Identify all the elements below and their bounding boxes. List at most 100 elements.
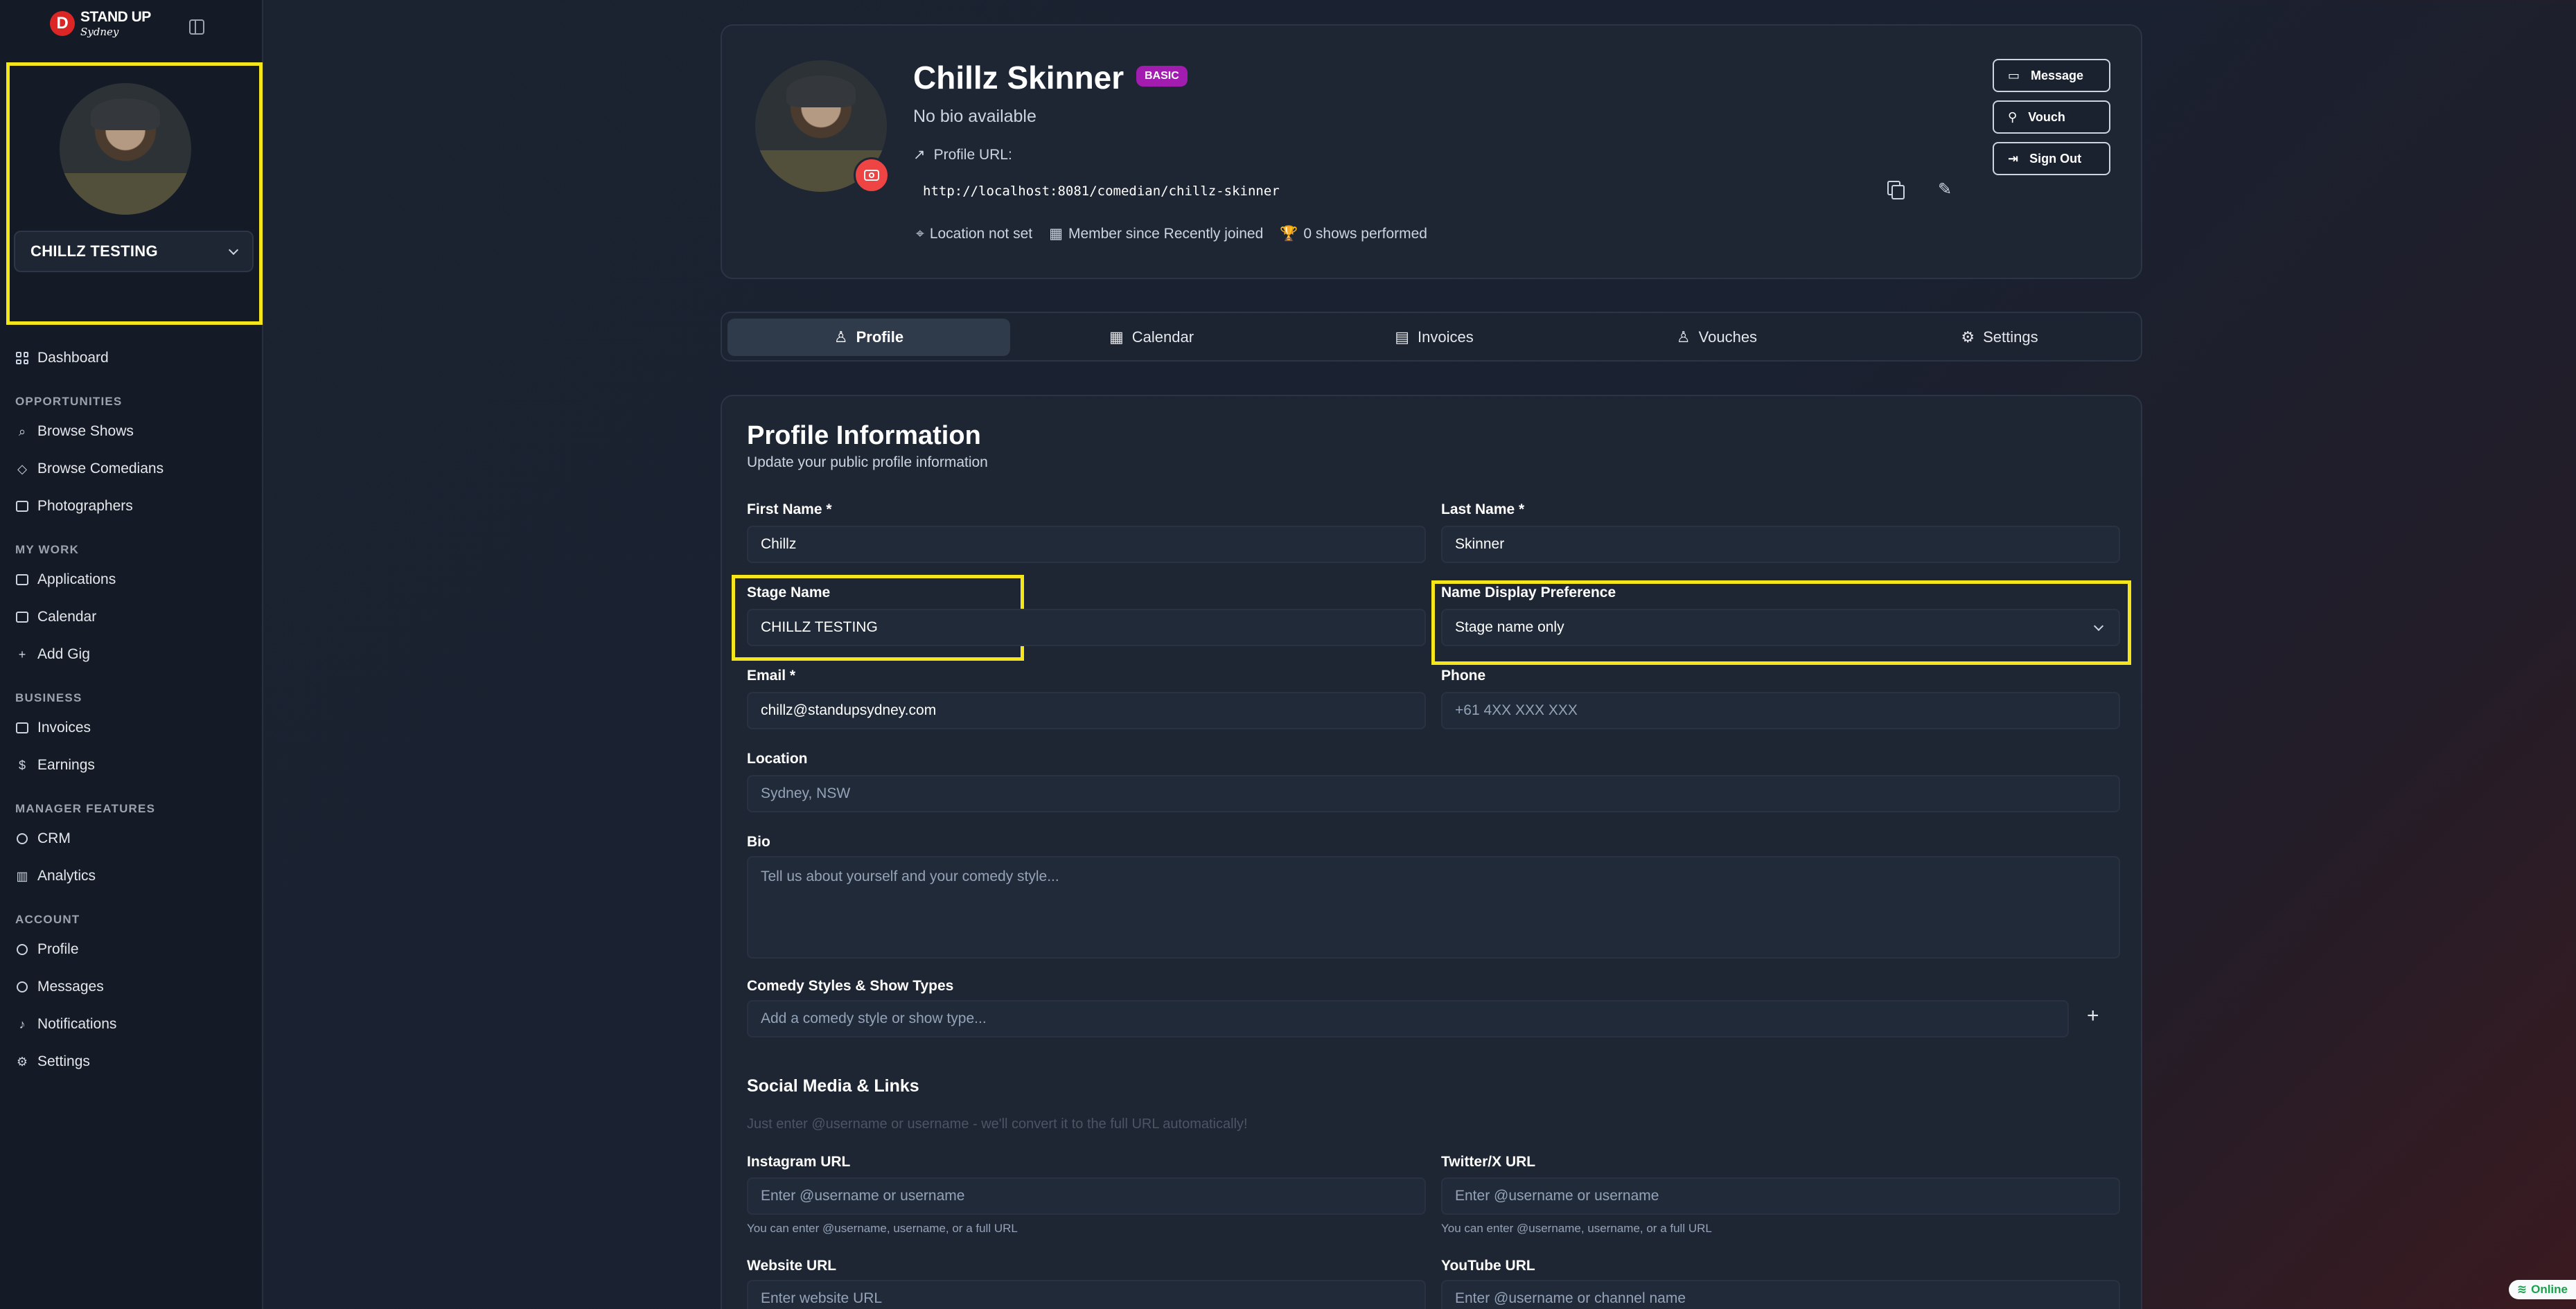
profile-bio: No bio available — [913, 107, 1036, 126]
last-name-field[interactable]: Skinner — [1441, 526, 2120, 563]
social-hint: Just enter @username or username - we'll… — [747, 1116, 1248, 1132]
stage-name-field[interactable]: CHILLZ TESTING — [747, 609, 1426, 646]
nav-section-title: MANAGER FEATURES — [15, 802, 156, 815]
sidebar-item-label: Browse Shows — [37, 423, 134, 439]
location-field[interactable]: Sydney, NSW — [747, 775, 2120, 812]
sidebar-item-invoices[interactable]: Invoices — [0, 709, 263, 747]
dashboard-icon — [15, 351, 29, 365]
bio-label: Bio — [747, 834, 770, 850]
shows-text: 0 shows performed — [1303, 225, 1427, 242]
first-name-field[interactable]: Chillz — [747, 526, 1426, 563]
phone-label: Phone — [1441, 668, 1486, 684]
online-label: Online — [2531, 1283, 2568, 1296]
dollar-icon: $ — [18, 758, 26, 772]
sign-out-button[interactable]: ⇥ Sign Out — [1993, 142, 2110, 175]
change-photo-button[interactable] — [854, 157, 890, 193]
chevron-down-icon — [2093, 621, 2104, 631]
email-field[interactable]: chillz@standupsydney.com — [747, 692, 1426, 729]
camera-icon — [864, 170, 879, 181]
member-since-text: Member since Recently joined — [1068, 225, 1264, 242]
user-switcher-label: CHILLZ TESTING — [30, 242, 158, 260]
file-icon — [15, 573, 29, 587]
tab-settings[interactable]: ⚙ Settings — [1858, 319, 2141, 356]
sidebar-item-calendar[interactable]: Calendar — [0, 598, 263, 636]
sidebar-item-profile[interactable]: Profile — [0, 931, 263, 968]
calendar-icon: ▦ — [1049, 226, 1063, 242]
nav-section-title: ACCOUNT — [15, 913, 80, 926]
sidebar-item-label: Calendar — [37, 609, 97, 625]
sidebar-item-label: Photographers — [37, 498, 133, 514]
add-style-button[interactable]: + — [2087, 1004, 2099, 1028]
youtube-field[interactable]: Enter @username or channel name — [1441, 1280, 2120, 1309]
phone-field[interactable]: +61 4XX XXX XXX — [1441, 692, 2120, 729]
user-switcher[interactable]: CHILLZ TESTING — [14, 231, 254, 272]
sidebar-item-label: Earnings — [37, 757, 95, 773]
gear-icon: ⚙ — [16, 1054, 28, 1069]
pencil-icon[interactable]: ✎ — [1938, 181, 1956, 199]
bio-textarea[interactable]: Tell us about yourself and your comedy s… — [747, 856, 2120, 959]
sidebar-item-notifications[interactable]: ♪ Notifications — [0, 1006, 263, 1043]
sidebar-item-label: Applications — [37, 571, 116, 587]
sidebar-item-label: Invoices — [37, 720, 91, 736]
website-field[interactable]: Enter website URL — [747, 1280, 1426, 1309]
tab-invoices[interactable]: ▤ Invoices — [1293, 319, 1576, 356]
user-icon — [15, 943, 29, 956]
trophy-icon: 🏆 — [1280, 225, 1298, 242]
sidebar-item-label: Add Gig — [37, 646, 90, 662]
social-section-title: Social Media & Links — [747, 1076, 919, 1096]
website-label: Website URL — [747, 1258, 837, 1274]
twitter-field[interactable]: Enter @username or username — [1441, 1177, 2120, 1215]
profile-tabs: ♙ Profile ▦ Calendar ▤ Invoices ♙ Vouches ⚙ S… — [721, 312, 2142, 362]
message-button[interactable]: ▭ Message — [1993, 59, 2110, 92]
sidebar-item-applications[interactable]: Applications — [0, 561, 263, 598]
tab-vouches[interactable]: ♙ Vouches — [1576, 319, 1858, 356]
vouch-button[interactable]: ⚲ Vouch — [1993, 100, 2110, 134]
sidebar-item-crm[interactable]: CRM — [0, 820, 263, 857]
profile-url[interactable]: http://localhost:8081/comedian/chillz-sk… — [923, 184, 1280, 199]
plan-badge: BASIC — [1136, 66, 1188, 87]
profile-name: Chillz Skinner — [913, 60, 1124, 96]
receipt-icon: ▤ — [1395, 328, 1410, 346]
sidebar-item-earnings[interactable]: $ Earnings — [0, 747, 263, 784]
sidebar-item-dashboard[interactable]: Dashboard — [0, 339, 263, 377]
comedy-styles-input[interactable]: Add a comedy style or show type... — [747, 1000, 2069, 1038]
sidebar-item-browse-shows[interactable]: ⌕ Browse Shows — [0, 413, 263, 450]
instagram-hint: You can enter @username, username, or a … — [747, 1222, 1018, 1235]
logo-text-bottom: Sydney — [80, 26, 119, 38]
logout-icon: ⇥ — [2008, 151, 2019, 166]
name-display-select[interactable]: Stage name only — [1441, 609, 2120, 646]
tag-icon: ◇ — [17, 461, 27, 476]
sidebar-item-messages[interactable]: Messages — [0, 968, 263, 1006]
instagram-field[interactable]: Enter @username or username — [747, 1177, 1426, 1215]
first-name-label: First Name * — [747, 501, 832, 517]
sidebar-item-settings[interactable]: ⚙ Settings — [0, 1043, 263, 1080]
receipt-icon — [15, 721, 29, 735]
sidebar-item-photographers[interactable]: Photographers — [0, 488, 263, 525]
message-button-label: Message — [2031, 68, 2084, 82]
sidebar-item-analytics[interactable]: ▥ Analytics — [0, 857, 263, 895]
sidebar: D STAND UP Sydney CHILLZ TESTING Dashboa… — [0, 0, 263, 1309]
tab-label: Invoices — [1418, 328, 1474, 346]
sidebar-toggle-icon[interactable] — [189, 19, 204, 35]
instagram-label: Instagram URL — [747, 1154, 851, 1170]
last-name-label: Last Name * — [1441, 501, 1525, 517]
tab-calendar[interactable]: ▦ Calendar — [1010, 319, 1293, 356]
sidebar-item-browse-comedians[interactable]: ◇ Browse Comedians — [0, 450, 263, 488]
sidebar-item-add-gig[interactable]: + Add Gig — [0, 636, 263, 673]
sidebar-item-label: Browse Comedians — [37, 461, 164, 477]
users-icon — [15, 832, 29, 846]
tab-profile[interactable]: ♙ Profile — [727, 319, 1010, 356]
copy-icon[interactable] — [1887, 181, 1905, 199]
profile-header-card: Chillz Skinner BASIC No bio available ↗ … — [721, 24, 2142, 279]
sidebar-item-label: Dashboard — [37, 350, 109, 366]
bell-icon: ♪ — [19, 1017, 26, 1031]
sidebar-item-label: CRM — [37, 830, 71, 846]
chart-icon: ▥ — [16, 869, 28, 883]
calendar-icon: ▦ — [1109, 328, 1124, 346]
online-status-badge: ≋ Online — [2508, 1280, 2576, 1299]
avatar[interactable] — [60, 83, 191, 215]
nav-section-title: OPPORTUNITIES — [15, 395, 123, 408]
page-subtitle: Update your public profile information — [747, 454, 988, 470]
tab-label: Vouches — [1698, 328, 1758, 346]
brand-logo[interactable]: D STAND UP Sydney — [50, 10, 151, 37]
